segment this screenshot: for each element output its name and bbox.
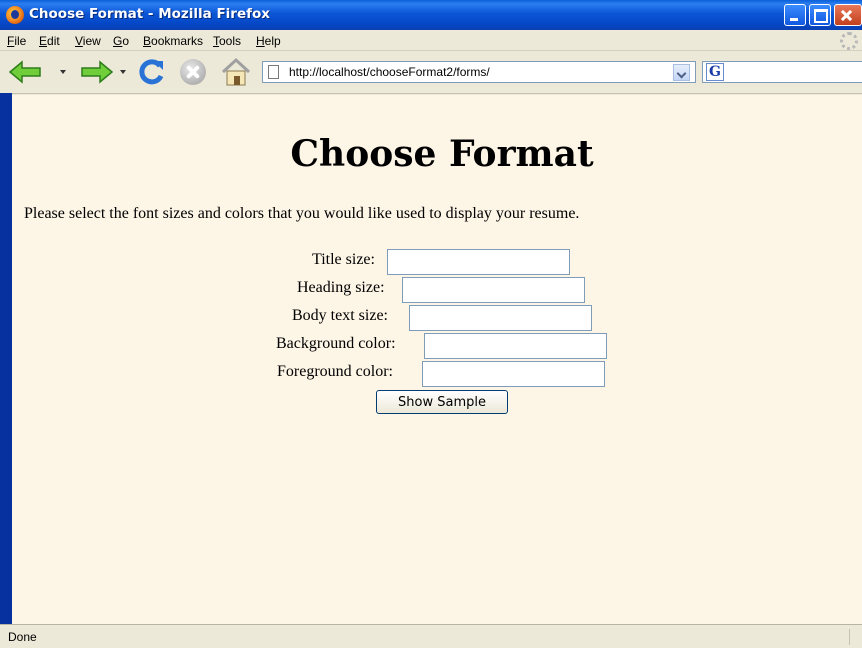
home-icon[interactable] <box>220 57 252 87</box>
menu-bookmarks[interactable]: Bookmarks <box>143 34 203 48</box>
menu-go[interactable]: Go <box>113 34 129 48</box>
title-size-row: Title size: <box>312 249 572 275</box>
back-arrow-icon[interactable] <box>8 60 42 84</box>
title-size-input[interactable] <box>387 249 570 275</box>
menu-edit[interactable]: Edit <box>39 34 60 48</box>
page-title: Choose Format <box>290 133 594 175</box>
browser-window: Choose Format - Mozilla Firefox File Edi… <box>0 0 862 648</box>
status-text: Done <box>8 630 37 644</box>
background-color-row: Background color: <box>276 333 608 359</box>
show-sample-button[interactable]: Show Sample <box>376 390 508 414</box>
foreground-color-input[interactable] <box>422 361 605 387</box>
minimize-button[interactable] <box>784 4 806 26</box>
heading-size-label: Heading size: <box>297 279 385 296</box>
close-button[interactable] <box>834 4 862 26</box>
firefox-logo-icon <box>6 6 24 24</box>
menu-file[interactable]: File <box>7 34 26 48</box>
background-color-label: Background color: <box>276 335 396 352</box>
intro-text: Please select the font sizes and colors … <box>24 205 580 222</box>
resize-grip-icon[interactable] <box>849 629 862 645</box>
address-text[interactable]: http://localhost/chooseFormat2/forms/ <box>289 65 490 79</box>
title-bar[interactable]: Choose Format - Mozilla Firefox <box>0 0 862 30</box>
menu-view[interactable]: View <box>75 34 101 48</box>
menu-bar: File Edit View Go Bookmarks Tools Help <box>0 30 862 51</box>
search-box[interactable]: G <box>702 61 862 83</box>
address-dropdown-icon[interactable] <box>673 64 690 81</box>
heading-size-row: Heading size: <box>297 277 587 303</box>
page-content: Choose Format Please select the font siz… <box>12 95 862 624</box>
body-text-size-label: Body text size: <box>292 307 388 324</box>
forward-history-dropdown-icon[interactable] <box>120 70 126 74</box>
title-size-label: Title size: <box>312 251 375 268</box>
background-color-input[interactable] <box>424 333 607 359</box>
throbber-icon <box>840 32 858 50</box>
google-search-icon[interactable]: G <box>706 63 724 81</box>
foreground-color-row: Foreground color: <box>277 361 607 387</box>
body-text-size-row: Body text size: <box>292 305 592 331</box>
reload-icon[interactable] <box>136 57 166 87</box>
menu-help[interactable]: Help <box>256 34 281 48</box>
foreground-color-label: Foreground color: <box>277 363 393 380</box>
stop-icon[interactable] <box>180 59 206 85</box>
forward-arrow-icon[interactable] <box>80 60 114 84</box>
maximize-button[interactable] <box>809 4 831 26</box>
menu-tools[interactable]: Tools <box>213 34 241 48</box>
body-text-size-input[interactable] <box>409 305 592 331</box>
status-bar: Done <box>0 624 862 648</box>
heading-size-input[interactable] <box>402 277 585 303</box>
window-title: Choose Format - Mozilla Firefox <box>29 6 270 22</box>
address-bar[interactable]: http://localhost/chooseFormat2/forms/ <box>262 61 696 83</box>
back-history-dropdown-icon[interactable] <box>60 70 66 74</box>
page-icon <box>268 65 279 79</box>
window-left-border <box>0 93 12 648</box>
navigation-toolbar: http://localhost/chooseFormat2/forms/ G <box>0 51 862 94</box>
